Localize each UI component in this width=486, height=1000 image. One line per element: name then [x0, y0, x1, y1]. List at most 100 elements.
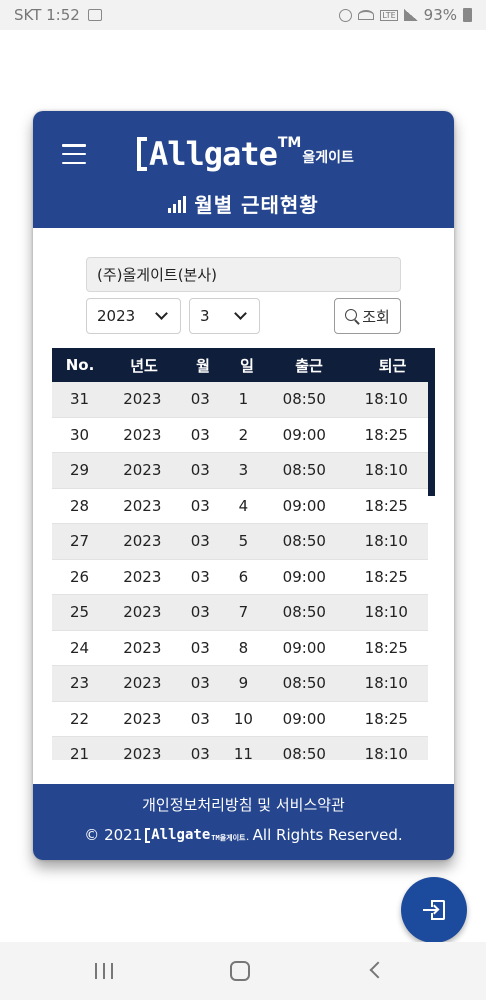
table-cell: 5	[238, 532, 249, 551]
chevron-down-icon	[234, 307, 247, 320]
table-row[interactable]: 25 2023 03 7 08:50 18:10	[52, 595, 428, 631]
table-row[interactable]: 28 2023 03 4 09:00 18:25	[52, 488, 428, 524]
column-header: 월	[196, 356, 210, 375]
table-cell: 03	[190, 603, 210, 622]
table-cell: 08:50	[282, 390, 326, 409]
table-row[interactable]: 24 2023 03 8 09:00 18:25	[52, 630, 428, 666]
table-cell: 18:25	[364, 709, 408, 728]
card-footer: 개인정보처리방침 및 서비스약관 © 2021 Allgate TM올게이트. …	[33, 784, 454, 860]
bar-chart-icon	[168, 195, 187, 213]
table-row[interactable]: 22 2023 03 10 09:00 18:25	[52, 701, 428, 737]
table-cell: 18:25	[364, 567, 408, 586]
table-cell: 2023	[123, 390, 162, 409]
table-row[interactable]: 23 2023 03 9 08:50 18:10	[52, 666, 428, 702]
back-icon[interactable]	[369, 961, 387, 979]
month-select[interactable]: 3	[189, 298, 260, 334]
table-cell: 24	[69, 638, 90, 657]
table-cell: 09:00	[282, 638, 326, 657]
table-cell: 18:10	[364, 674, 408, 693]
chevron-down-icon	[155, 307, 168, 320]
attendance-card: Allgate TM 올게이트 월별 근태현황 (주)올게이트(본사) 2023…	[33, 111, 454, 860]
table-cell: 1	[238, 390, 249, 409]
privacy-policy-link[interactable]: 개인정보처리방침 및 서비스약관	[33, 794, 454, 815]
table-body: 31 2023 03 1 08:50 18:10 30 2023 03 2 09:00 18:25 29…	[52, 382, 428, 760]
search-button[interactable]: 조회	[334, 298, 401, 334]
signal-icon	[403, 9, 418, 21]
carrier-time: SKT 1:52	[14, 6, 80, 24]
table-cell: 21	[69, 745, 90, 760]
table-cell: 22	[69, 709, 90, 728]
year-value: 2023	[97, 307, 136, 325]
table-cell: 27	[69, 532, 90, 551]
table-cell: 18:25	[364, 638, 408, 657]
table-cell: 03	[190, 532, 210, 551]
exit-icon	[423, 900, 445, 920]
table-cell: 2023	[123, 496, 162, 515]
logo-tm: TM	[277, 135, 302, 151]
table-cell: 23	[69, 674, 90, 693]
table-cell: 2023	[123, 745, 162, 760]
table-cell: 09:00	[282, 709, 326, 728]
table-cell: 03	[190, 567, 210, 586]
logout-button[interactable]	[401, 877, 467, 943]
alarm-icon	[339, 8, 353, 22]
logo-bracket	[137, 137, 147, 171]
copyright: © 2021 Allgate TM올게이트. All Rights Reserv…	[33, 826, 454, 844]
table-cell: 3	[238, 461, 249, 480]
table-cell: 09:00	[282, 496, 326, 515]
table-cell: 2023	[123, 532, 162, 551]
allgate-logo: Allgate TM 올게이트	[137, 129, 354, 173]
table-cell: 08:50	[282, 745, 326, 760]
table-row[interactable]: 27 2023 03 5 08:50 18:10	[52, 524, 428, 560]
page-title-row: 월별 근태현황	[33, 189, 454, 218]
table-cell: 30	[69, 425, 90, 444]
table-cell: 09:00	[282, 425, 326, 444]
table-cell: 11	[233, 745, 253, 760]
table-cell: 2023	[123, 461, 162, 480]
home-icon[interactable]	[230, 961, 250, 981]
table-cell: 4	[238, 496, 249, 515]
search-button-label: 조회	[362, 307, 390, 326]
table-cell: 03	[190, 461, 210, 480]
table-cell: 08:50	[282, 603, 326, 622]
table-row[interactable]: 30 2023 03 2 09:00 18:25	[52, 417, 428, 453]
hamburger-menu-icon[interactable]	[62, 144, 86, 164]
table-row[interactable]: 26 2023 03 6 09:00 18:25	[52, 559, 428, 595]
gallery-icon	[87, 9, 102, 21]
column-header: 일	[240, 356, 254, 375]
table-cell: 03	[190, 674, 210, 693]
table-row[interactable]: 21 2023 03 11 08:50 18:10	[52, 737, 428, 760]
table-cell: 18:10	[364, 461, 408, 480]
table-cell: 2023	[123, 425, 162, 444]
wifi-icon	[358, 10, 375, 20]
table-row[interactable]: 31 2023 03 1 08:50 18:10	[52, 382, 428, 418]
year-select[interactable]: 2023	[86, 298, 181, 334]
recent-apps-icon[interactable]	[95, 963, 113, 979]
table-cell: 28	[69, 496, 90, 515]
table-cell: 7	[238, 603, 249, 622]
table-cell: 18:25	[364, 425, 408, 444]
table-cell: 18:10	[364, 390, 408, 409]
column-header: 년도	[130, 356, 158, 375]
copyright-suffix: All Rights Reserved.	[252, 826, 403, 844]
table-scrollbar[interactable]	[428, 382, 435, 496]
company-field[interactable]: (주)올게이트(본사)	[86, 257, 401, 292]
table-row[interactable]: 29 2023 03 3 08:50 18:10	[52, 453, 428, 489]
table-cell: 2023	[123, 567, 162, 586]
table-cell: 2	[238, 425, 249, 444]
table-cell: 03	[190, 638, 210, 657]
footer-logo-text: Allgate	[151, 827, 211, 843]
footer-logo-tm: TM올게이트.	[211, 834, 250, 842]
card-header: Allgate TM 올게이트 월별 근태현황	[33, 111, 454, 228]
table-cell: 08:50	[282, 532, 326, 551]
attendance-table[interactable]: No. 년도 월 일 출근 퇴근 31 2023 03 1 08:50 18:10 30 20…	[52, 348, 435, 760]
logo-korean: 올게이트	[302, 150, 354, 166]
column-header: 출근	[295, 356, 323, 375]
column-header: 퇴근	[378, 356, 407, 375]
table-cell: 9	[238, 674, 249, 693]
table-cell: 18:10	[364, 603, 408, 622]
system-nav-bar	[0, 942, 486, 1000]
page-title: 월별 근태현황	[194, 193, 319, 217]
table-cell: 09:00	[282, 567, 326, 586]
table-header: No. 년도 월 일 출근 퇴근	[52, 348, 435, 382]
